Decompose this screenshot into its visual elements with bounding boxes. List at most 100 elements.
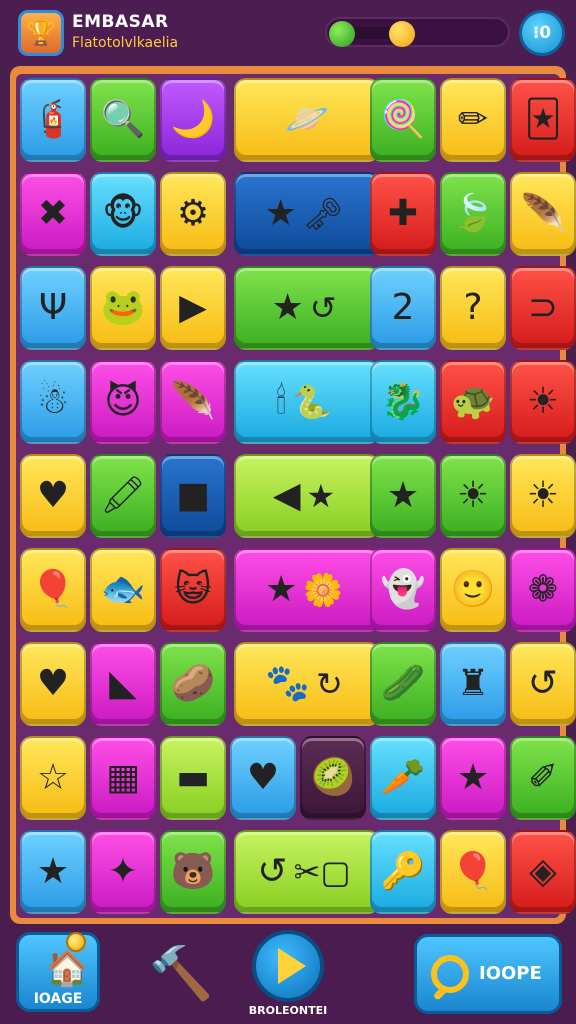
tile-symbol-icon: ✚ — [387, 193, 419, 234]
tile-r1-c1[interactable]: 🐵 — [90, 172, 156, 256]
tile-r0-c6[interactable]: ✏ — [440, 78, 506, 162]
tile-symbol-secondary-icon: 🐍 — [292, 383, 333, 421]
tile-r5-c6[interactable]: 🙂 — [440, 548, 506, 632]
tile-r0-c7[interactable]: 🃏 — [510, 78, 576, 162]
tile-r8-c7[interactable]: ◈ — [510, 830, 576, 914]
tile-r7-c6[interactable]: ★ — [440, 736, 506, 820]
tile-r2-c2[interactable]: ▶ — [160, 266, 226, 350]
tile-symbol-icon: ★ — [386, 475, 420, 516]
tile-symbol-icon: 🐵 — [102, 193, 144, 234]
tile-symbol-icon: ★ — [36, 851, 70, 892]
tile-r1-c7[interactable]: 🪶 — [510, 172, 576, 256]
tile-symbol-icon: ◣ — [109, 663, 137, 704]
tile-r8-c1[interactable]: ✦ — [90, 830, 156, 914]
tile-r7-c4[interactable]: 🥝 — [300, 736, 366, 820]
tile-r1-c0[interactable]: ✖ — [20, 172, 86, 256]
tile-r5-c2[interactable]: 😺 — [160, 548, 226, 632]
play-button[interactable] — [252, 930, 324, 1002]
tile-r1-c6[interactable]: 🍃 — [440, 172, 506, 256]
tile-r4-c7[interactable]: ☀ — [510, 454, 576, 538]
tile-r0-c1[interactable]: 🔍 — [90, 78, 156, 162]
tile-r2-c0[interactable]: Ψ — [20, 266, 86, 350]
tile-r8-c3[interactable]: ↺ ✂▢ — [234, 830, 380, 914]
tile-r5-c0[interactable]: 🎈 — [20, 548, 86, 632]
tile-r7-c7[interactable]: ✐ — [510, 736, 576, 820]
tile-r2-c3[interactable]: ★ ↺ — [234, 266, 380, 350]
tile-symbol-icon: ☀ — [526, 475, 560, 516]
tile-r5-c3[interactable]: ★ 🌼 — [234, 548, 380, 632]
tile-symbol-icon: 🔑 — [380, 851, 426, 892]
tile-r6-c7[interactable]: ↺ — [510, 642, 576, 726]
tile-r7-c3[interactable]: ♥ — [230, 736, 296, 820]
game-subtitle: Flatotolvlkaelia — [72, 35, 179, 51]
game-logo-icon[interactable]: 🏆 — [18, 10, 64, 56]
tile-r1-c5[interactable]: ✚ — [370, 172, 436, 256]
tile-r8-c2[interactable]: 🐻 — [160, 830, 226, 914]
tile-r7-c5[interactable]: 🥕 — [370, 736, 436, 820]
tile-r5-c5[interactable]: 👻 — [370, 548, 436, 632]
tile-r3-c3[interactable]: 🕯 🐍 — [234, 360, 380, 444]
tile-r4-c6[interactable]: ☀ — [440, 454, 506, 538]
tile-r4-c1[interactable]: 🖍 — [90, 454, 156, 538]
hammer-booster-icon[interactable]: 🔨 — [146, 940, 216, 1006]
tile-r2-c6[interactable]: ? — [440, 266, 506, 350]
tile-r8-c5[interactable]: 🔑 — [370, 830, 436, 914]
tile-r6-c6[interactable]: ♜ — [440, 642, 506, 726]
tile-r2-c1[interactable]: 🐸 — [90, 266, 156, 350]
tile-r4-c5[interactable]: ★ — [370, 454, 436, 538]
tile-r7-c2[interactable]: ▬ — [160, 736, 226, 820]
tile-r6-c1[interactable]: ◣ — [90, 642, 156, 726]
tile-r6-c5[interactable]: 🥒 — [370, 642, 436, 726]
tile-r0-c5[interactable]: 🍭 — [370, 78, 436, 162]
tile-symbol-icon: 🪶 — [520, 193, 566, 234]
search-button[interactable]: IOOPE — [414, 934, 562, 1014]
tile-r8-c6[interactable]: 🎈 — [440, 830, 506, 914]
tile-symbol-secondary-icon: ✂▢ — [293, 853, 351, 891]
level-progress-bar — [325, 17, 510, 47]
tile-r3-c1[interactable]: 😈 — [90, 360, 156, 444]
tile-symbol-icon: ✦ — [107, 851, 139, 892]
tile-symbol-icon: ◀ — [272, 475, 301, 516]
tile-r3-c2[interactable]: 🪶 — [160, 360, 226, 444]
tile-r3-c0[interactable]: ☃ — [20, 360, 86, 444]
tile-r7-c1[interactable]: ▦ — [90, 736, 156, 820]
tile-r8-c0[interactable]: ★ — [20, 830, 86, 914]
tile-r4-c0[interactable]: ♥ — [20, 454, 86, 538]
tile-symbol-icon: Ψ — [38, 287, 68, 328]
tile-r1-c3[interactable]: ★ 🗝 — [234, 172, 380, 256]
tile-symbol-icon: ☆ — [36, 757, 70, 798]
tile-symbol-icon: 🥒 — [380, 663, 426, 704]
tile-r3-c5[interactable]: 🐉 — [370, 360, 436, 444]
tile-r2-c7[interactable]: ⊃ — [510, 266, 576, 350]
tile-r6-c0[interactable]: ♥ — [20, 642, 86, 726]
tile-r1-c2[interactable]: ⚙ — [160, 172, 226, 256]
tile-symbol-icon: 🪐 — [284, 99, 330, 140]
tile-symbol-icon: 🐢 — [450, 381, 496, 422]
search-label: IOOPE — [479, 963, 542, 984]
menu-button[interactable]: ⁝0 — [519, 10, 565, 56]
tile-symbol-icon: 🙂 — [450, 569, 496, 610]
tile-r6-c2[interactable]: 🥔 — [160, 642, 226, 726]
tile-r0-c3[interactable]: 🪐 — [234, 78, 380, 162]
tile-symbol-icon: ♥ — [36, 475, 70, 516]
tile-r4-c3[interactable]: ◀ ★ — [234, 454, 380, 538]
tile-r5-c1[interactable]: 🐟 — [90, 548, 156, 632]
tile-symbol-icon: 🐟 — [100, 569, 146, 610]
game-title: EMBASAR — [72, 12, 169, 32]
tile-r7-c0[interactable]: ☆ — [20, 736, 86, 820]
coin-badge-icon — [66, 932, 86, 952]
tile-r3-c7[interactable]: ☀ — [510, 360, 576, 444]
tile-symbol-icon: 🐉 — [380, 381, 426, 422]
tile-r3-c6[interactable]: 🐢 — [440, 360, 506, 444]
search-icon — [431, 955, 469, 993]
tile-r4-c2[interactable]: ■ — [160, 454, 226, 538]
tile-r0-c2[interactable]: 🌙 — [160, 78, 226, 162]
tile-r6-c3[interactable]: 🐾 ↻ — [234, 642, 380, 726]
tile-symbol-icon: ★ — [264, 193, 297, 234]
play-label: BROLEONTEI — [248, 1004, 328, 1017]
tile-r0-c0[interactable]: 🧯 — [20, 78, 86, 162]
home-button[interactable]: 🏠 IOAGE — [16, 932, 100, 1012]
tile-symbol-icon: 🎈 — [30, 569, 76, 610]
tile-r5-c7[interactable]: ❁ — [510, 548, 576, 632]
tile-r2-c5[interactable]: 2 — [370, 266, 436, 350]
